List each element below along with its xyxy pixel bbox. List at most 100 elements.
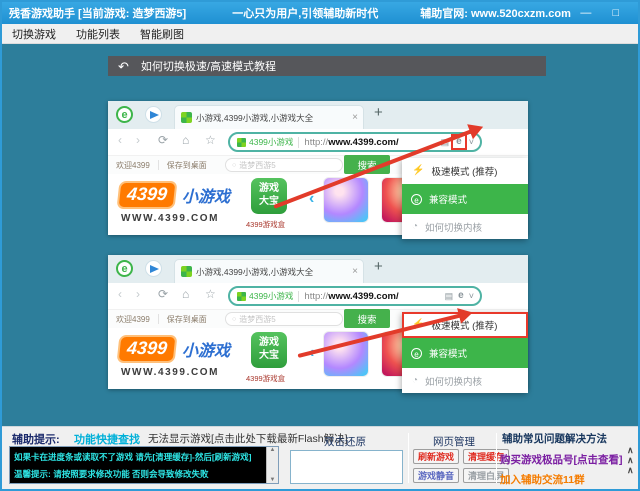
compat-e-icon: e xyxy=(411,348,422,359)
address-bar-icons: ▤ e ˅ xyxy=(443,290,476,302)
window-title: 残香游戏助手 [当前游戏: 造梦西游5] xyxy=(9,5,186,21)
bookmark-welcome: 欢迎4399 xyxy=(116,314,150,325)
scroll-up-icon[interactable]: ▲ xyxy=(270,447,276,453)
logo-4399: 4399 小游戏 xyxy=(118,181,230,209)
menu-item-function-list[interactable]: 功能列表 xyxy=(66,26,130,42)
url-host: www.4399.com/ xyxy=(328,291,398,302)
logo-4399-text: 小游戏 xyxy=(182,337,230,361)
new-tab-icon: + xyxy=(374,104,383,121)
reading-mode-icon: ▤ xyxy=(445,292,454,301)
scroll-chevrons[interactable]: ∧ ∧ ∧ xyxy=(627,445,634,475)
footer-panel: 辅助提示: 功能快捷查找 无法显示游戏[点击此处下载最新Flash解决] 如果卡… xyxy=(2,426,638,489)
help-circle-icon: ◔ xyxy=(412,376,418,386)
home-icon: ⌂ xyxy=(182,288,189,300)
site-badge-icon xyxy=(237,138,246,147)
site-badge-label: 4399小游戏 xyxy=(249,136,293,148)
back-icon[interactable]: ↶ xyxy=(118,60,129,73)
nav-forward-icon: › xyxy=(136,288,140,300)
menu-item-smart-farm[interactable]: 智能刷图 xyxy=(130,26,194,42)
tab-close-icon: × xyxy=(352,266,358,277)
compat-e-icon: e xyxy=(411,194,422,205)
url-scheme: http:// xyxy=(304,137,328,148)
browser-logo-icon: e xyxy=(116,260,133,277)
site-badge-label: 4399小游戏 xyxy=(249,290,293,302)
bookmark-save-desktop: 保存到桌面 xyxy=(167,160,207,171)
web-manage-label: 网页管理 xyxy=(433,434,475,449)
tab-title: 小游戏,4399小游戏,小游戏大全 xyxy=(196,266,347,278)
browser-tab-strip: e 小游戏,4399小游戏,小游戏大全 × + xyxy=(108,101,528,129)
app-window: 残香游戏助手 [当前游戏: 造梦西游5] 一心只为用户,引领辅助新时代 辅助官网… xyxy=(0,0,640,491)
search-button: 搜索 xyxy=(344,309,390,328)
speed-mode-label: 极速模式 (推荐) xyxy=(431,164,497,178)
window-slogan: 一心只为用户,引领辅助新时代 xyxy=(232,5,378,21)
browser-tab: 小游戏,4399小游戏,小游戏大全 × xyxy=(174,259,364,283)
refresh-game-button[interactable]: 刷新游戏 xyxy=(413,449,459,464)
restore-listbox[interactable] xyxy=(290,450,403,484)
logo-4399: 4399 小游戏 xyxy=(118,335,230,363)
chevron-up-icon[interactable]: ∧ xyxy=(627,445,634,455)
footer-divider xyxy=(408,433,409,483)
site-badge-icon xyxy=(237,292,246,301)
join-group-link[interactable]: 加入辅助交流11群 xyxy=(500,472,585,487)
quick-find-link[interactable]: 功能快捷查找 xyxy=(74,431,140,447)
tab-close-icon: × xyxy=(352,112,358,123)
tab-favicon-icon xyxy=(181,112,192,123)
reload-icon: ⟳ xyxy=(158,288,168,300)
search-text: 造梦西游5 xyxy=(239,314,275,325)
nav-back-icon: ‹ xyxy=(118,288,122,300)
mode-dropdown-menu: ⚡ 极速模式 (推荐) e 兼容模式 ◔ 如何切换内核 xyxy=(402,158,528,239)
game-box-caption: 4399游戏盒 xyxy=(246,219,285,230)
game-box-caption: 4399游戏盒 xyxy=(246,373,285,384)
flash-fix-link[interactable]: 无法显示游戏[点击此处下载最新Flash解决] xyxy=(148,431,348,446)
minimize-icon[interactable]: — xyxy=(571,2,601,24)
browser-tab: 小游戏,4399小游戏,小游戏大全 × xyxy=(174,105,364,129)
bolt-icon: ⚡ xyxy=(412,166,424,176)
logo-4399-number: 4399 xyxy=(117,335,178,363)
tutorial-header: ↶ 如何切换极速/高速模式教程 xyxy=(108,56,546,76)
buy-account-link[interactable]: 购买游戏极品号[点击查看] xyxy=(500,452,623,467)
logo-site-url: WWW.4399.COM xyxy=(121,367,219,378)
maximize-icon[interactable]: □ xyxy=(601,2,631,24)
logo-site-url: WWW.4399.COM xyxy=(121,213,219,224)
game-box-line1: 游戏 xyxy=(259,183,279,194)
chevron-up-icon[interactable]: ∧ xyxy=(627,465,634,475)
official-site-text: 辅助官网: www.520cxzm.com xyxy=(420,5,571,21)
browser-tab-strip: e 小游戏,4399小游戏,小游戏大全 × + xyxy=(108,255,528,283)
new-tab-icon: + xyxy=(374,258,383,275)
menu-item-speed-mode: ⚡ 极速模式 (推荐) xyxy=(402,158,528,184)
search-text: 造梦西游5 xyxy=(239,160,275,171)
url-host: www.4399.com/ xyxy=(328,137,398,148)
address-divider xyxy=(298,291,299,302)
paper-plane-icon xyxy=(145,260,162,277)
window-controls: — □ ✕ xyxy=(571,2,640,24)
home-icon: ⌂ xyxy=(182,134,189,146)
bookmark-save-desktop: 保存到桌面 xyxy=(167,314,207,325)
ie-mode-icon: e xyxy=(458,291,464,301)
close-icon[interactable]: ✕ xyxy=(631,2,640,24)
chevron-up-icon[interactable]: ∧ xyxy=(627,455,634,465)
bookmark-divider xyxy=(158,160,159,170)
console-scrollbar[interactable]: ▲ ▼ xyxy=(266,447,278,483)
search-input: ○ 造梦西游5 xyxy=(225,312,343,326)
menu-item-switch-kernel: ◔ 如何切换内核 xyxy=(402,368,528,393)
game-box-icon: 游戏 大宝 xyxy=(251,332,287,368)
restore-label: 双击还原 xyxy=(324,434,366,449)
logo-4399-text: 小游戏 xyxy=(182,183,230,207)
search-icon: ○ xyxy=(232,162,236,169)
mode-switch-box: e xyxy=(455,290,467,302)
nav-forward-icon: › xyxy=(136,134,140,146)
faq-title: 辅助常见问题解决方法 xyxy=(502,431,607,446)
search-icon: ○ xyxy=(232,316,236,323)
console-line-2: 温馨提示: 请按照要求修改功能 否则会导致修改失败 xyxy=(14,468,209,480)
star-icon: ☆ xyxy=(205,134,216,146)
game-box-line1: 游戏 xyxy=(259,337,279,348)
console-line-1: 如果卡在进度条或读取不了游戏 请先[清理缓存]-然后[刷新游戏] xyxy=(14,451,252,463)
menu-item-switch-game[interactable]: 切换游戏 xyxy=(2,26,66,42)
scroll-down-icon[interactable]: ▼ xyxy=(270,477,276,483)
menu-item-switch-kernel: ◔ 如何切换内核 xyxy=(402,214,528,239)
game-box-line2: 大宝 xyxy=(259,350,279,361)
search-input: ○ 造梦西游5 xyxy=(225,158,343,172)
mute-game-button[interactable]: 游戏静音 xyxy=(413,468,459,483)
compat-mode-label: 兼容模式 xyxy=(429,192,467,206)
paper-plane-icon xyxy=(145,106,162,123)
